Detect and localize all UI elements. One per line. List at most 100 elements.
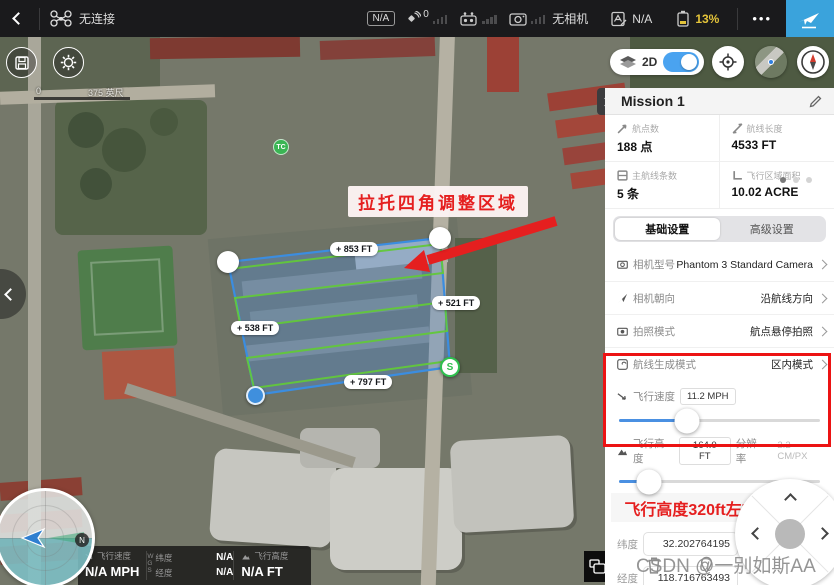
map-patch (330, 468, 462, 570)
flight-log-icon (610, 11, 627, 27)
chevron-right-icon (818, 359, 828, 369)
altitude-icon (241, 552, 251, 561)
locate-me-button[interactable] (712, 46, 744, 78)
compass-icon (800, 49, 826, 75)
altitude-slider-knob[interactable] (637, 469, 662, 494)
chevron-right-icon (818, 260, 828, 270)
dpad-center-button[interactable] (775, 519, 805, 549)
waypoint-icon (617, 123, 628, 134)
mission-settings-button[interactable] (53, 47, 84, 78)
start-marker-label: S (447, 362, 454, 373)
resolution-label: 分辨率 (736, 436, 767, 466)
tab-advanced-settings[interactable]: 高级设置 (720, 218, 825, 240)
camera-heading-icon (617, 293, 628, 304)
edit-pencil-icon[interactable] (809, 95, 822, 108)
chevron-left-icon (4, 288, 17, 301)
connection-status-label: 无连接 (79, 10, 115, 27)
gps-signal-bars (433, 14, 448, 24)
save-icon (14, 55, 30, 71)
setting-camera-heading[interactable]: 相机朝向 沿航线方向 (605, 281, 834, 314)
dpad-right-icon[interactable] (816, 527, 829, 540)
back-button[interactable] (0, 14, 39, 23)
remote-controller-icon (459, 11, 478, 26)
mission-title: Mission 1 (621, 93, 809, 109)
map-scale-start: 0 (36, 86, 41, 96)
camera-model-icon (617, 259, 628, 270)
route-start-marker[interactable]: S (440, 357, 460, 377)
map-patch (150, 108, 178, 136)
settings-tabs: 基础设置 高级设置 (613, 216, 826, 242)
telemetry-altitude: 飞行高度 N/A FT (234, 546, 295, 585)
save-mission-button[interactable] (6, 47, 37, 78)
speed-slider-track[interactable] (619, 419, 820, 422)
drone-icon (50, 10, 72, 27)
satellite-icon (404, 11, 421, 26)
mission-status: N/A (610, 11, 652, 27)
divider (39, 8, 40, 30)
map-patch (68, 112, 104, 148)
route-length-icon (732, 123, 743, 134)
setting-route-mode[interactable]: 航线生成模式 区内模式 (605, 347, 834, 380)
mission-stats: 航点数 188 点 航线长度 4533 FT 主航线条数 5 条 飞行区域面积 … (605, 115, 834, 209)
stat-main-lines: 主航线条数 5 条 (605, 162, 720, 209)
satellite-status: 0 (404, 11, 429, 26)
compass-reset-button[interactable] (797, 46, 829, 78)
gear-icon (60, 54, 77, 71)
area-icon (732, 170, 743, 181)
mission-panel: Mission 1 航点数 188 点 航线长度 4533 FT 主航线条数 5… (605, 88, 834, 585)
altitude-slider-row: 飞行高度 164.0 FT 分辨率 2.2 CM/PX (605, 432, 834, 483)
map-patch (487, 37, 519, 92)
setting-camera-model[interactable]: 相机型号 Phantom 3 Standard Camera (605, 248, 834, 281)
layers-icon (620, 56, 636, 68)
telemetry-bar: 飞行速度 N/A MPH WGS 纬度N/A 经度N/A 飞行高度 N/A FT (78, 546, 311, 585)
more-menu-button[interactable]: ••• (738, 11, 786, 26)
battery-icon (676, 10, 690, 27)
map-patch (90, 258, 164, 336)
tab-basic-settings[interactable]: 基础设置 (615, 218, 720, 240)
battery-status: 13% (676, 10, 719, 27)
chevron-right-icon (818, 326, 828, 336)
setting-photo-mode[interactable]: 拍照模式 航点悬停拍照 (605, 314, 834, 347)
back-chevron-icon (12, 12, 25, 25)
map-2d-toggle[interactable] (663, 52, 699, 72)
stat-area: 飞行区域面积 10.02 ACRE (720, 162, 834, 209)
altitude-value-field[interactable]: 164.0 FT (679, 437, 731, 465)
wgs-label: WGS (147, 546, 155, 585)
aircraft-connection: 无连接 (50, 10, 115, 27)
edge-length-left: + 538 FT (231, 321, 279, 335)
altitude-icon (617, 446, 628, 457)
photo-mode-icon (617, 326, 628, 337)
top-status-bar: 无连接 N/A 0 (0, 0, 834, 37)
area-corner-handle-topright[interactable] (429, 227, 451, 249)
aircraft-heading-arrow (22, 529, 44, 547)
battery-percent: 13% (695, 12, 719, 26)
area-corner-handle-topleft[interactable] (217, 251, 239, 273)
map-annotation-callout: 拉托四角调整区域 (348, 186, 528, 217)
area-corner-handle-bottomleft[interactable] (246, 386, 265, 405)
latitude-label: 纬度 (617, 537, 643, 552)
edge-length-top: + 853 FT (330, 242, 378, 256)
toggle-knob (681, 54, 697, 70)
speed-slider-row: 飞行速度 11.2 MPH (605, 380, 834, 422)
map-scale-bar (34, 97, 130, 100)
mission-header: Mission 1 (605, 88, 834, 115)
edge-length-bottom: + 797 FT (344, 375, 392, 389)
more-dots: ••• (752, 11, 772, 26)
map-patch (150, 36, 300, 60)
speed-slider-knob[interactable] (675, 408, 700, 433)
telemetry-latlng: 纬度N/A 经度N/A (155, 546, 233, 585)
stats-pager-dots[interactable] (780, 177, 812, 183)
dpad-up-icon[interactable] (784, 493, 797, 506)
dpad-left-icon[interactable] (751, 527, 764, 540)
speed-icon (617, 391, 628, 402)
edge-length-right: + 521 FT (432, 296, 480, 310)
minimap-button[interactable] (755, 46, 787, 78)
map-2d-mode-pill[interactable]: 2D (610, 49, 704, 75)
speed-value-field[interactable]: 11.2 MPH (680, 388, 736, 405)
app-root: S + 853 FT + 521 FT + 538 FT + 797 FT TC… (0, 0, 834, 585)
takeoff-plane-icon (798, 9, 822, 29)
camera-status-label: 无相机 (552, 10, 588, 27)
map-layers-icon (589, 559, 606, 574)
takeoff-button[interactable] (786, 0, 834, 37)
stat-route-length: 航线长度 4533 FT (720, 115, 834, 162)
